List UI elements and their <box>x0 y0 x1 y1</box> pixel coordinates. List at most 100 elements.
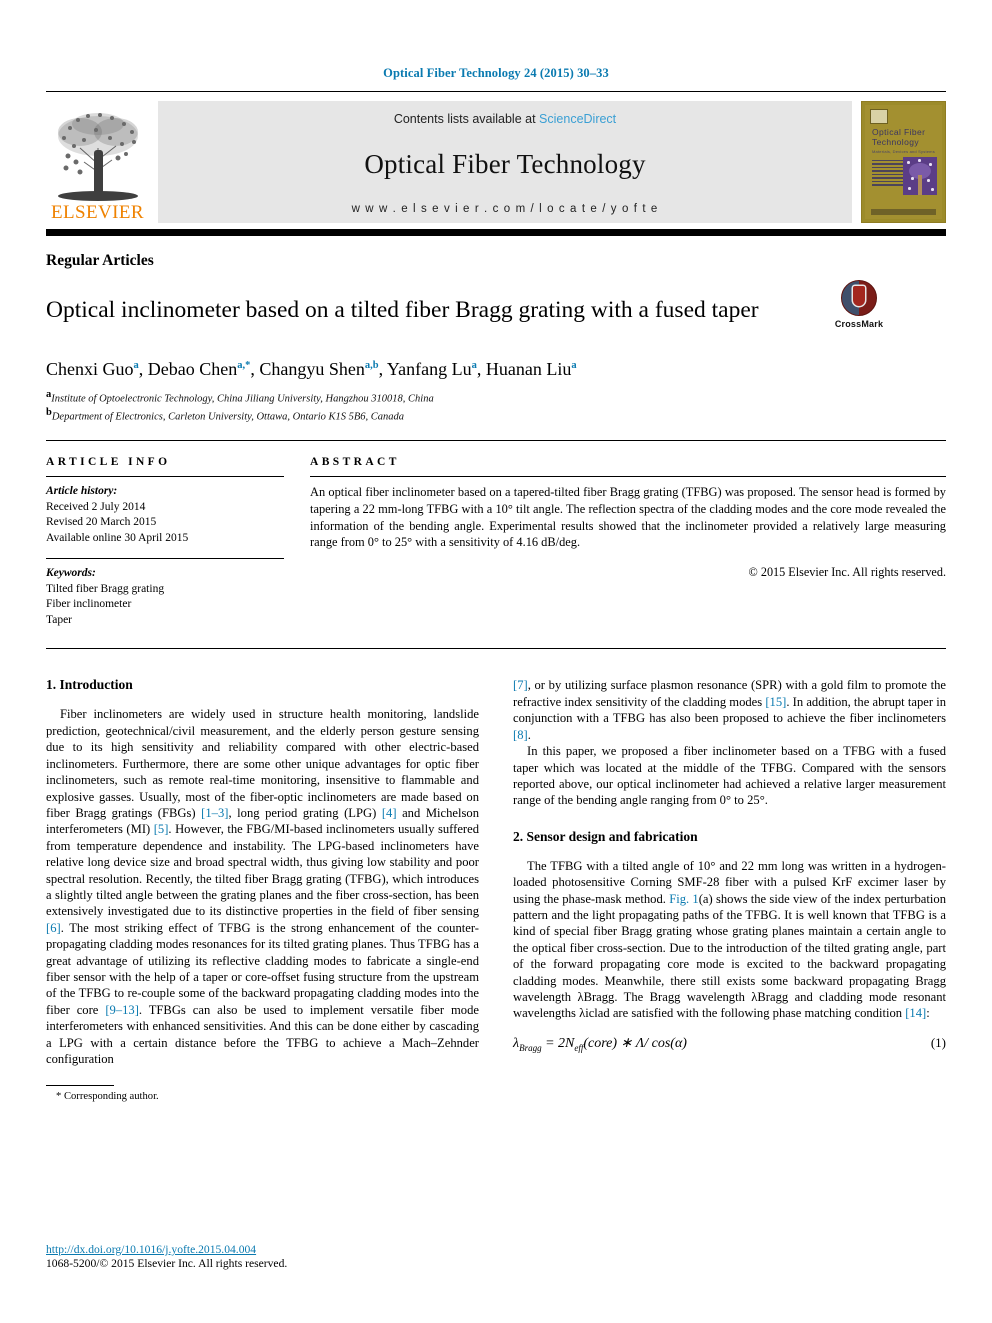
body-column-right: [7], or by utilizing surface plasmon res… <box>513 677 946 1102</box>
running-head: Optical Fiber Technology 24 (2015) 30–33 <box>383 66 609 80</box>
author-item: Chenxi Guoa <box>46 359 139 380</box>
elsevier-wordmark: ELSEVIER <box>51 202 144 223</box>
intro-text-i: . <box>527 727 531 742</box>
affiliation-item: bDepartment of Electronics, Carleton Uni… <box>46 407 405 423</box>
contents-line: Contents lists available at ScienceDirec… <box>394 112 616 126</box>
article-info-rule <box>46 476 284 478</box>
history-item: Revised 20 March 2015 <box>46 516 157 529</box>
journal-cover-thumbnail[interactable]: Optical Fiber Technology Materials, Devi… <box>861 101 946 223</box>
body-column-left: 1. Introduction Fiber inclinometers are … <box>46 677 479 1102</box>
author-list: Chenxi Guoa, Debao Chena,*, Changyu Shen… <box>46 359 577 380</box>
elsevier-logo[interactable]: ELSEVIER <box>46 101 149 223</box>
author-item: Yanfang Lua <box>386 359 477 380</box>
crossmark-label: CrossMark <box>834 319 884 329</box>
citation-ref[interactable]: [1–3] <box>201 806 228 820</box>
sciencedirect-link[interactable]: ScienceDirect <box>539 112 616 126</box>
elsevier-tree-icon <box>57 113 138 201</box>
citation-ref[interactable]: [4] <box>382 806 397 820</box>
issn-copyright: 1068-5200/© 2015 Elsevier Inc. All right… <box>46 1257 288 1270</box>
citation-ref[interactable]: [8] <box>513 728 528 742</box>
sensor-paragraph-1: The TFBG with a tilted angle of 10° and … <box>513 858 946 1022</box>
journal-title: Optical Fiber Technology <box>364 149 646 179</box>
equation-lambda-subscript: Bragg <box>519 1042 542 1053</box>
equation-rhs-end: (core) ∗ Λ/ cos(α) <box>583 1035 687 1051</box>
abstract-rule <box>310 476 946 478</box>
article-history-label: Article history: <box>46 485 118 498</box>
journal-band: Contents lists available at ScienceDirec… <box>158 101 852 223</box>
footnote-rule <box>46 1085 114 1087</box>
intro-text-d: . However, the FBG/MI-based inclinometer… <box>46 822 479 919</box>
keyword-item: Taper <box>46 613 73 626</box>
crossmark-icon <box>841 280 877 316</box>
article-type: Regular Articles <box>46 252 154 269</box>
citation-ref[interactable]: [14] <box>905 1006 926 1020</box>
keywords-rule <box>46 558 284 560</box>
article-page: Optical Fiber Technology 24 (2015) 30–33 <box>0 0 992 1323</box>
cover-subtitle: Materials, Devices and Systems <box>872 149 935 154</box>
sensor-text-c: : <box>926 1006 930 1021</box>
info-top-rule <box>46 440 946 442</box>
affiliation-item: aInstitute of Optoelectronic Technology,… <box>46 389 434 405</box>
abstract-bottom-rule <box>46 648 946 650</box>
crossmark-badge[interactable]: CrossMark <box>816 280 902 329</box>
body-columns: 1. Introduction Fiber inclinometers are … <box>46 677 946 1102</box>
history-item: Available online 30 April 2015 <box>46 531 189 544</box>
header-rule <box>46 91 946 92</box>
author-affil-mark: a <box>133 360 139 372</box>
info-abstract-block: ARTICLE INFO Article history: Received 2… <box>46 456 946 628</box>
author-affil-mark: a <box>571 360 577 372</box>
author-item: Debao Chena,* <box>147 359 251 380</box>
author-affil-mark: a,* <box>237 360 251 372</box>
cover-inner: Optical Fiber Technology Materials, Devi… <box>865 105 942 219</box>
corresponding-author-note: * Corresponding author. <box>56 1091 159 1103</box>
author-item: Huanan Liua <box>485 359 577 380</box>
affiliations: aInstitute of Optoelectronic Technology,… <box>46 388 946 424</box>
article-history: Article history: Received 2 July 2014 Re… <box>46 484 284 546</box>
page-title: Optical inclinometer based on a tilted f… <box>46 296 759 323</box>
page-footer: http://dx.doi.org/10.1016/j.yofte.2015.0… <box>46 1243 476 1270</box>
masthead-rule <box>46 229 946 236</box>
article-info-heading: ARTICLE INFO <box>46 456 171 469</box>
title-row: Optical inclinometer based on a tilted f… <box>46 280 946 340</box>
abstract-text: An optical fiber inclinometer based on a… <box>310 485 946 550</box>
citation-ref[interactable]: [6] <box>46 921 61 935</box>
cover-artwork <box>903 157 937 195</box>
abstract-column: ABSTRACT An optical fiber inclinometer b… <box>310 456 946 628</box>
keyword-item: Fiber inclinometer <box>46 598 132 611</box>
article-info-column: ARTICLE INFO Article history: Received 2… <box>46 456 310 628</box>
cover-footer-bar <box>871 209 936 215</box>
figure-ref-fig1[interactable]: Fig. 1 <box>669 892 699 906</box>
sensor-text-b: (a) shows the side view of the index per… <box>513 891 946 1021</box>
section-heading-introduction: 1. Introduction <box>46 677 133 693</box>
journal-masthead: ELSEVIER Contents lists available at Sci… <box>46 101 946 223</box>
author-affil-mark: a <box>471 360 477 372</box>
contents-prefix: Contents lists available at <box>393 112 536 126</box>
abstract-heading: ABSTRACT <box>310 456 400 469</box>
section-heading-sensor-design: 2. Sensor design and fabrication <box>513 828 698 844</box>
citation-ref[interactable]: [7] <box>513 678 528 692</box>
citation-ref[interactable]: [15] <box>765 695 786 709</box>
intro-paragraph-1: Fiber inclinometers are widely used in s… <box>46 706 479 1067</box>
equation-1-body: λBragg = 2Neff(core) ∗ Λ/ cos(α) <box>513 1035 687 1053</box>
equation-1-number: (1) <box>930 1034 946 1050</box>
cover-toc-lines <box>872 160 906 188</box>
citation-ref[interactable]: [9–13] <box>105 1003 139 1017</box>
intro-paragraph-2: In this paper, we proposed a fiber incli… <box>513 744 946 808</box>
equation-1: λBragg = 2Neff(core) ∗ Λ/ cos(α) (1) <box>513 1035 946 1053</box>
author-affil-mark: a,b <box>364 360 379 372</box>
keywords-label: Keywords: <box>46 567 96 580</box>
intro-text-a: Fiber inclinometers are widely used in s… <box>46 707 479 820</box>
doi-link[interactable]: http://dx.doi.org/10.1016/j.yofte.2015.0… <box>46 1243 476 1256</box>
author-item: Changyu Shena,b <box>259 359 379 380</box>
citation-ref[interactable]: [5] <box>154 822 169 836</box>
history-item: Received 2 July 2014 <box>46 500 146 513</box>
cover-publisher-badge <box>870 109 888 124</box>
journal-url[interactable]: w w w . e l s e v i e r . c o m / l o c … <box>352 203 659 215</box>
intro-paragraph-1-continued: [7], or by utilizing surface plasmon res… <box>513 677 946 743</box>
keyword-item: Tilted fiber Bragg grating <box>46 582 165 595</box>
cover-title: Optical Fiber Technology <box>872 127 926 147</box>
abstract-copyright: © 2015 Elsevier Inc. All rights reserved… <box>748 564 946 579</box>
keywords: Keywords: Tilted fiber Bragg grating Fib… <box>46 566 284 628</box>
intro-text-b: , long period grating (LPG) <box>228 805 382 820</box>
equation-rhs-start: = 2N <box>545 1035 575 1051</box>
